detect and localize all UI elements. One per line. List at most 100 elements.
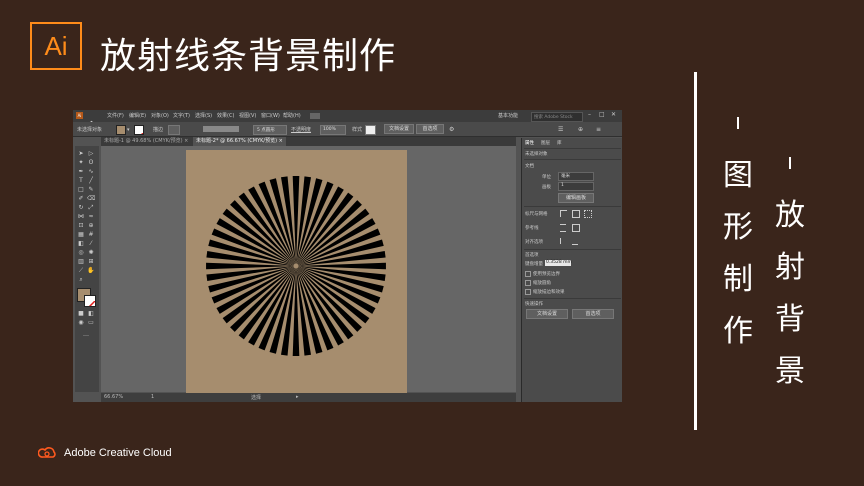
variable-width-profile[interactable] <box>203 126 239 132</box>
pixel-grid-icon[interactable] <box>584 210 592 218</box>
mesh-tool-icon[interactable]: # <box>87 231 95 238</box>
eyedropper-tool-icon[interactable]: ⁄ <box>87 240 95 247</box>
snap-to-point-icon[interactable] <box>560 238 567 244</box>
control-menu-icon[interactable]: ≡ <box>596 126 601 133</box>
menu-help[interactable]: 帮助(H) <box>283 112 301 119</box>
minimize-icon[interactable]: – <box>588 111 591 118</box>
unit-dropdown[interactable]: 毫米 <box>558 172 594 181</box>
lock-guides-icon[interactable] <box>572 224 580 232</box>
arrange-documents-icon[interactable] <box>310 113 320 119</box>
arrange-icon[interactable]: ⚙ <box>449 126 454 133</box>
maximize-icon[interactable]: □ <box>599 111 605 118</box>
stroke-weight-stepper[interactable] <box>168 125 180 135</box>
width-tool-icon[interactable]: ⋈ <box>77 213 85 220</box>
slice-tool-icon[interactable]: ⟋ <box>77 267 85 274</box>
starburst-graphic[interactable] <box>186 150 407 396</box>
status-arrow-icon[interactable]: ▸ <box>296 394 299 400</box>
more-tools-icon[interactable]: … <box>82 331 90 338</box>
use-preview-bounds-checkbox[interactable] <box>525 271 531 277</box>
warp-tool-icon[interactable]: ≈ <box>87 213 95 220</box>
opacity-field[interactable]: 100% <box>320 125 346 135</box>
edit-artboard-button[interactable]: 编辑画板 <box>558 193 594 203</box>
align-icon[interactable]: ☰ <box>558 126 563 133</box>
tab-properties[interactable]: 属性 <box>525 140 534 146</box>
lasso-tool-icon[interactable]: ʘ <box>87 159 95 166</box>
tab-document-2[interactable]: 未标题-2* @ 66.67% (CMYK/预览) × <box>193 137 286 146</box>
column-graph-tool-icon[interactable]: ▥ <box>77 258 85 265</box>
color-mode-icon[interactable]: ■ <box>77 310 85 317</box>
keyboard-increment-field[interactable]: 0.3528 mm <box>545 260 572 266</box>
grid-icon[interactable] <box>572 210 580 218</box>
menu-type[interactable]: 文字(T) <box>173 112 190 119</box>
stroke-label[interactable]: 描边 <box>153 126 163 133</box>
gradient-mode-icon[interactable]: ◧ <box>87 310 95 317</box>
workspace-switcher[interactable]: 基本功能 <box>498 112 518 119</box>
starburst-ray[interactable] <box>292 266 300 356</box>
zoom-level[interactable]: 66.67% <box>104 394 123 400</box>
snap-to-pixel-icon[interactable] <box>572 238 578 245</box>
direct-selection-tool-icon[interactable]: ▷ <box>87 150 95 157</box>
selection-tool-icon[interactable]: ➤ <box>77 150 85 157</box>
stroke-swatch[interactable] <box>134 125 144 135</box>
draw-mode-icon[interactable]: ◉ <box>77 319 85 326</box>
hand-tool-icon[interactable]: ✋ <box>87 267 95 274</box>
document-tab-bar: 未标题-1 @ 49.68% (CMYK/预览) × 未标题-2* @ 66.6… <box>101 137 516 146</box>
panel-document-setup-button[interactable]: 文档设置 <box>526 309 568 319</box>
tab-layers[interactable]: 图层 <box>541 140 550 146</box>
scale-strokes-checkbox[interactable] <box>525 289 531 295</box>
tab-libraries[interactable]: 库 <box>557 140 562 146</box>
shaper-tool-icon[interactable]: ✐ <box>77 195 85 202</box>
artboard-tool-icon[interactable]: ⊞ <box>87 258 95 265</box>
curvature-tool-icon[interactable]: ∿ <box>87 168 95 175</box>
artboard-dropdown[interactable]: 1 <box>558 182 594 191</box>
menu-effect[interactable]: 效果(C) <box>217 112 234 119</box>
eraser-tool-icon[interactable]: ⌫ <box>87 195 95 202</box>
paintbrush-tool-icon[interactable]: ✎ <box>87 186 95 193</box>
line-tool-icon[interactable]: ╱ <box>87 177 95 184</box>
scale-tool-icon[interactable]: ⤢ <box>87 204 95 211</box>
menu-edit[interactable]: 编辑(E) <box>129 112 146 119</box>
artboard-value: 1 <box>561 183 564 188</box>
symbol-sprayer-tool-icon[interactable]: ✺ <box>87 249 95 256</box>
free-transform-tool-icon[interactable]: ⊡ <box>77 222 85 229</box>
brush-definition-dropdown[interactable]: 5 点圆形 <box>253 125 287 135</box>
menu-select[interactable]: 选择(S) <box>195 112 212 119</box>
pen-tool-icon[interactable]: ✒ <box>77 168 85 175</box>
menu-file[interactable]: 文件(F) <box>107 112 124 119</box>
close-icon[interactable]: ✕ <box>611 111 616 118</box>
artboard[interactable] <box>186 150 407 396</box>
magic-wand-tool-icon[interactable]: ✦ <box>77 159 85 166</box>
perspective-grid-tool-icon[interactable]: ▦ <box>77 231 85 238</box>
artboard-number[interactable]: 1 <box>151 394 154 400</box>
stock-search[interactable]: 搜索 Adobe Stock <box>531 112 583 122</box>
screen-mode-icon[interactable]: ▭ <box>87 319 95 326</box>
blend-tool-icon[interactable]: ◎ <box>77 249 85 256</box>
rectangle-tool-icon[interactable]: □ <box>77 186 85 193</box>
transform-icon[interactable]: ⊕ <box>578 126 583 133</box>
menu-window[interactable]: 窗口(W) <box>261 112 280 119</box>
starburst-ray[interactable] <box>206 262 296 270</box>
rulers-icon[interactable] <box>560 210 567 217</box>
menu-object[interactable]: 对象(O) <box>151 112 169 119</box>
starburst-ray[interactable] <box>292 176 300 266</box>
type-tool-icon[interactable]: T <box>77 177 85 184</box>
guides-icon[interactable] <box>560 224 566 232</box>
opacity-label[interactable]: 不透明度 <box>291 126 311 133</box>
canvas-area[interactable] <box>101 146 516 396</box>
tab-document-1[interactable]: 未标题-1 @ 49.68% (CMYK/预览) × <box>101 137 192 146</box>
preferences-button[interactable]: 首选项 <box>416 124 444 134</box>
fill-swatch[interactable] <box>116 125 126 135</box>
zoom-tool-icon[interactable]: ⌕ <box>77 276 85 283</box>
scale-corners-checkbox[interactable] <box>525 280 531 286</box>
starburst-ray[interactable] <box>296 262 386 270</box>
panel-preferences-button[interactable]: 首选项 <box>572 309 614 319</box>
home-icon[interactable] <box>88 112 95 127</box>
shape-builder-tool-icon[interactable]: ⊕ <box>87 222 95 229</box>
gradient-tool-icon[interactable]: ◧ <box>77 240 85 247</box>
fill-dropdown-icon[interactable]: ▾ <box>127 127 130 133</box>
document-setup-button[interactable]: 文档设置 <box>384 124 414 134</box>
graphic-style-swatch[interactable] <box>365 125 376 135</box>
menu-view[interactable]: 视图(V) <box>239 112 256 119</box>
rotate-tool-icon[interactable]: ↻ <box>77 204 85 211</box>
stroke-color-box[interactable] <box>84 295 96 307</box>
